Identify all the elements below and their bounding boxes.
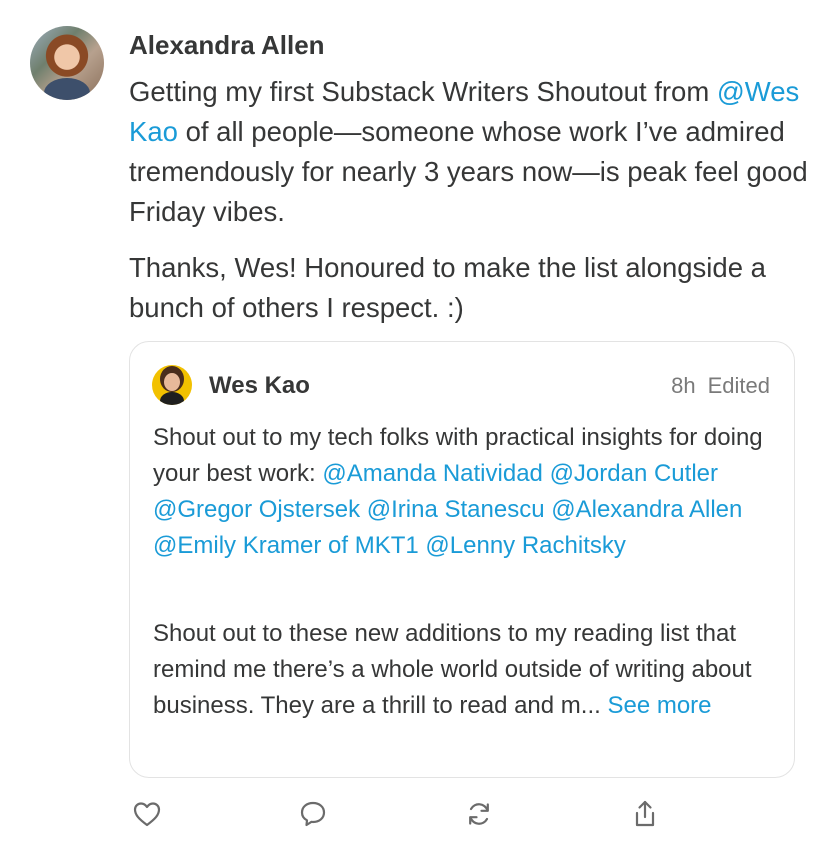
restack-icon: [469, 803, 489, 825]
quoted-author-avatar[interactable]: [152, 365, 192, 405]
see-more-link[interactable]: See more: [607, 692, 711, 719]
timestamp: 8h: [671, 373, 696, 398]
post-text: Getting my first Substack Writers Shouto…: [129, 76, 717, 107]
like-button[interactable]: [129, 796, 165, 832]
quoted-author[interactable]: Wes Kao: [209, 372, 310, 400]
mention-lenny-rachitsky[interactable]: @Lenny Rachitsky: [425, 532, 625, 559]
mention-jordan-cutler[interactable]: @Jordan Cutler: [550, 460, 718, 487]
mention-alexandra-allen[interactable]: @Alexandra Allen: [551, 496, 742, 523]
comment-button[interactable]: [295, 796, 331, 832]
post-author[interactable]: Alexandra Allen: [129, 30, 325, 61]
comment-icon: [300, 801, 326, 827]
heart-icon: [133, 802, 161, 827]
restack-button[interactable]: [461, 796, 497, 832]
quoted-meta: 8h Edited: [671, 373, 770, 399]
mention-amanda-natividad[interactable]: @Amanda Natividad: [322, 460, 542, 487]
post-paragraph-2: Thanks, Wes! Honoured to make the list a…: [129, 252, 766, 323]
share-button[interactable]: [627, 796, 663, 832]
quoted-paragraph-1: Shout out to my tech folks with practica…: [153, 420, 783, 564]
quoted-paragraph-2: Shout out to these new additions to my r…: [153, 616, 783, 724]
edited-label: Edited: [707, 373, 770, 398]
share-icon: [635, 800, 655, 827]
avatar-shirt: [44, 78, 90, 100]
avatar-body: [160, 392, 184, 405]
quoted-note-card[interactable]: Wes Kao 8h Edited Shout out to my tech fo…: [129, 341, 795, 778]
avatar-face: [164, 373, 180, 391]
mention-irina-stanescu[interactable]: @Irina Stanescu: [367, 496, 545, 523]
post-text: of all people—someone whose work I’ve ad…: [129, 116, 808, 227]
mention-emily-kramer[interactable]: @Emily Kramer of MKT1: [153, 532, 419, 559]
post-paragraph-1: Getting my first Substack Writers Shouto…: [129, 72, 809, 232]
author-avatar[interactable]: [30, 26, 104, 100]
action-bar: [0, 796, 828, 840]
mention-gregor-ojstersek[interactable]: @Gregor Ojstersek: [153, 496, 360, 523]
